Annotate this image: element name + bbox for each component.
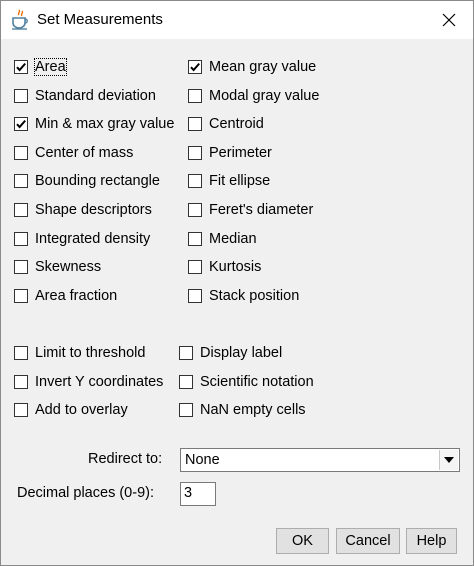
checkbox-label: Standard deviation (35, 88, 156, 104)
checkbox-mean-gray-value[interactable]: Mean gray value (188, 58, 316, 76)
checkbox-invert-y-coordinates[interactable]: Invert Y coordinates (14, 373, 163, 391)
checkbox-box[interactable] (14, 89, 28, 103)
checkbox-feret-s-diameter[interactable]: Feret's diameter (188, 201, 313, 219)
checkbox-label: Limit to threshold (35, 345, 146, 361)
checkbox-box[interactable] (14, 203, 28, 217)
checkbox-box[interactable] (14, 260, 28, 274)
checkbox-label: Modal gray value (209, 88, 320, 104)
checkbox-scientific-notation[interactable]: Scientific notation (179, 373, 314, 391)
checkbox-box[interactable] (188, 260, 202, 274)
checkbox-kurtosis[interactable]: Kurtosis (188, 258, 261, 276)
checkmark-icon[interactable] (14, 117, 28, 131)
checkbox-label: Bounding rectangle (35, 173, 160, 189)
checkbox-display-label[interactable]: Display label (179, 344, 282, 362)
checkbox-box[interactable] (188, 289, 202, 303)
checkbox-box[interactable] (188, 174, 202, 188)
checkbox-box[interactable] (188, 146, 202, 160)
checkbox-stack-position[interactable]: Stack position (188, 287, 299, 305)
checkbox-box[interactable] (188, 89, 202, 103)
checkbox-label: NaN empty cells (200, 402, 306, 418)
checkbox-label: Centroid (209, 116, 264, 132)
checkbox-standard-deviation[interactable]: Standard deviation (14, 87, 156, 105)
checkbox-box[interactable] (14, 375, 28, 389)
help-button[interactable]: Help (406, 528, 457, 554)
checkbox-centroid[interactable]: Centroid (188, 115, 264, 133)
checkbox-box[interactable] (14, 289, 28, 303)
checkbox-box[interactable] (14, 146, 28, 160)
cancel-button[interactable]: Cancel (336, 528, 400, 554)
redirect-value: None (185, 452, 220, 468)
redirect-dropdown[interactable]: None (180, 448, 460, 472)
checkbox-label: Mean gray value (209, 59, 317, 75)
checkbox-median[interactable]: Median (188, 230, 257, 248)
chevron-down-icon (444, 457, 454, 463)
checkbox-box[interactable] (14, 403, 28, 417)
checkbox-label: Area fraction (35, 288, 118, 304)
checkbox-label: Shape descriptors (35, 202, 152, 218)
checkbox-modal-gray-value[interactable]: Modal gray value (188, 87, 319, 105)
checkmark-icon[interactable] (188, 60, 202, 74)
checkbox-box[interactable] (179, 346, 193, 360)
checkbox-box[interactable] (14, 174, 28, 188)
checkbox-skewness[interactable]: Skewness (14, 258, 101, 276)
ok-button[interactable]: OK (276, 528, 329, 554)
checkbox-label: Kurtosis (209, 259, 262, 275)
checkbox-perimeter[interactable]: Perimeter (188, 144, 272, 162)
checkbox-label: Perimeter (209, 145, 272, 161)
dropdown-arrow[interactable] (439, 450, 458, 470)
decimal-places-input[interactable]: 3 (180, 482, 216, 506)
checkbox-shape-descriptors[interactable]: Shape descriptors (14, 201, 152, 219)
checkbox-label: Feret's diameter (209, 202, 314, 218)
checkbox-label: Invert Y coordinates (35, 374, 164, 390)
checkbox-box[interactable] (188, 232, 202, 246)
checkbox-label: Integrated density (35, 231, 151, 247)
checkbox-min-max-gray-value[interactable]: Min & max gray value (14, 115, 174, 133)
decimal-places-label: Decimal places (0-9): (17, 485, 154, 501)
checkbox-label: Fit ellipse (209, 173, 271, 189)
close-button[interactable] (425, 1, 473, 39)
checkmark-icon[interactable] (14, 60, 28, 74)
checkbox-label: Display label (200, 345, 283, 361)
redirect-label: Redirect to: (88, 451, 163, 467)
checkbox-label: Min & max gray value (35, 116, 175, 132)
checkbox-center-of-mass[interactable]: Center of mass (14, 144, 133, 162)
checkbox-box[interactable] (188, 203, 202, 217)
checkbox-area[interactable]: Area (14, 58, 67, 76)
close-icon (442, 13, 456, 27)
checkbox-label: Median (209, 231, 257, 247)
checkbox-area-fraction[interactable]: Area fraction (14, 287, 117, 305)
checkbox-integrated-density[interactable]: Integrated density (14, 230, 150, 248)
checkbox-label: Area (34, 58, 67, 76)
set-measurements-dialog: Set Measurements Area Mean gray value Stan… (0, 0, 474, 566)
checkbox-label: Stack position (209, 288, 300, 304)
checkbox-bounding-rectangle[interactable]: Bounding rectangle (14, 172, 160, 190)
checkbox-fit-ellipse[interactable]: Fit ellipse (188, 172, 270, 190)
java-coffee-icon (10, 9, 30, 31)
checkbox-nan-empty-cells[interactable]: NaN empty cells (179, 401, 306, 419)
title-bar: Set Measurements (1, 1, 473, 39)
checkbox-label: Skewness (35, 259, 102, 275)
checkbox-add-to-overlay[interactable]: Add to overlay (14, 401, 128, 419)
checkbox-limit-to-threshold[interactable]: Limit to threshold (14, 344, 145, 362)
checkbox-box[interactable] (14, 346, 28, 360)
checkbox-box[interactable] (188, 117, 202, 131)
checkbox-box[interactable] (179, 375, 193, 389)
checkbox-box[interactable] (179, 403, 193, 417)
window-title: Set Measurements (37, 11, 163, 28)
checkbox-label: Add to overlay (35, 402, 128, 418)
checkbox-label: Scientific notation (200, 374, 314, 390)
checkbox-label: Center of mass (35, 145, 134, 161)
checkbox-box[interactable] (14, 232, 28, 246)
